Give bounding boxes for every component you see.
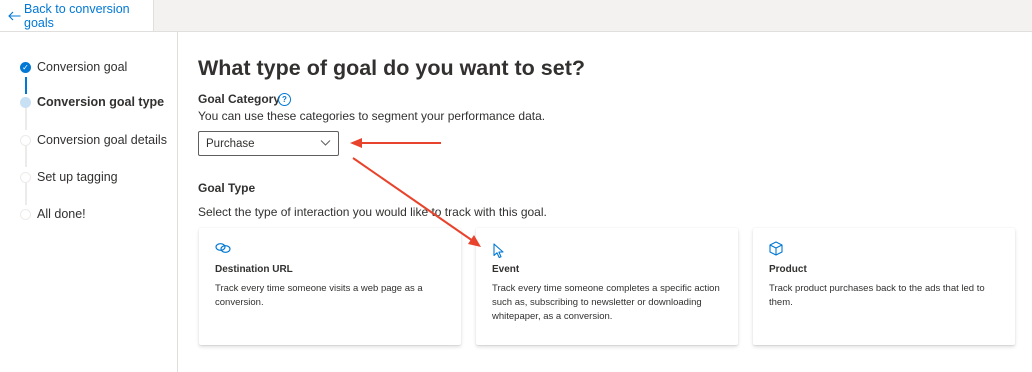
goal-type-card-product[interactable]: Product Track product purchases back to …	[753, 228, 1015, 345]
card-description-line: Track product purchases back to the ads …	[769, 283, 985, 294]
goal-category-description: You can use these categories to segment …	[198, 109, 546, 123]
step-label: Set up tagging	[37, 170, 118, 184]
step-label: Conversion goal details	[37, 133, 167, 147]
goal-category-label: Goal Category	[198, 92, 281, 106]
card-description: Track every time someone completes a spe…	[492, 282, 720, 324]
arrow-left-icon	[8, 9, 21, 23]
step-conversion-goal[interactable]: ✓ Conversion goal	[20, 60, 127, 74]
card-description: Track product purchases back to the ads …	[769, 282, 985, 310]
card-title: Product	[769, 264, 807, 275]
check-icon: ✓	[20, 61, 31, 73]
step-label: Conversion goal type	[37, 95, 165, 109]
step-label: Conversion goal	[37, 60, 128, 74]
chevron-down-icon	[320, 137, 331, 151]
goal-type-card-event[interactable]: Event Track every time someone completes…	[476, 228, 738, 345]
card-description-line: them.	[769, 297, 793, 308]
step-connector	[25, 183, 27, 205]
annotation-arrow-to-dropdown	[350, 138, 441, 148]
back-label: Back to conversion goals	[24, 1, 130, 30]
pending-step-dot-icon	[20, 134, 31, 146]
card-description: Track every time someone visits a web pa…	[215, 282, 423, 310]
card-description-line: Track every time someone visits a web pa…	[215, 283, 423, 294]
cursor-icon	[493, 243, 505, 264]
card-title: Event	[492, 264, 520, 275]
step-conversion-goal-type[interactable]: Conversion goal type	[20, 95, 164, 109]
step-all-done: All done!	[20, 207, 86, 221]
goal-category-value: Purchase	[206, 137, 255, 150]
help-icon[interactable]: ?	[278, 93, 291, 106]
step-connector	[25, 145, 27, 167]
pending-step-dot-icon	[20, 208, 31, 220]
step-connector	[25, 108, 27, 130]
goal-category-dropdown[interactable]: Purchase	[198, 131, 339, 156]
pending-step-dot-icon	[20, 171, 31, 183]
link-icon	[215, 241, 231, 259]
card-title: Destination URL	[215, 264, 293, 275]
back-to-conversion-goals-button[interactable]: Back to conversion goals	[0, 0, 154, 31]
step-set-up-tagging: Set up tagging	[20, 170, 118, 184]
step-label: All done!	[37, 207, 86, 221]
page-title: What type of goal do you want to set?	[198, 56, 585, 80]
goal-type-description: Select the type of interaction you would…	[198, 205, 547, 219]
card-description-line: whitepaper, as a conversion.	[492, 311, 613, 322]
step-connector	[25, 77, 27, 94]
box-icon	[769, 241, 783, 261]
step-conversion-goal-details: Conversion goal details	[20, 133, 167, 147]
card-description-line: Track every time someone completes a spe…	[492, 283, 720, 294]
goal-type-label: Goal Type	[198, 181, 256, 195]
goal-type-card-destination-url[interactable]: Destination URL Track every time someone…	[199, 228, 461, 345]
card-description-line: such as, subscribing to newsletter or do…	[492, 297, 702, 308]
card-description-line: conversion.	[215, 297, 264, 308]
top-bar: Back to conversion goals	[0, 0, 1032, 32]
current-step-dot-icon	[20, 96, 31, 108]
